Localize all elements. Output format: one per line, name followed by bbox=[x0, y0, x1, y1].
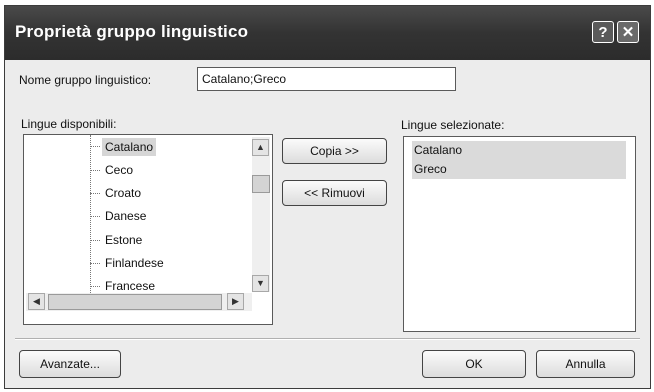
group-name-input[interactable] bbox=[197, 67, 456, 91]
tree-item-ceco[interactable]: Ceco bbox=[102, 161, 136, 179]
title-bar: Proprietà gruppo linguistico ? ✕ bbox=[5, 6, 650, 60]
tree-item-croato[interactable]: Croato bbox=[102, 184, 144, 202]
tree-branch bbox=[90, 263, 100, 264]
ok-button[interactable]: OK bbox=[422, 350, 526, 378]
available-languages-label: Lingue disponibili: bbox=[21, 117, 117, 131]
close-icon[interactable]: ✕ bbox=[617, 21, 639, 43]
tree-connector-line bbox=[90, 135, 91, 293]
tree-item-catalano[interactable]: Catalano bbox=[102, 138, 157, 156]
advanced-button[interactable]: Avanzate... bbox=[19, 350, 121, 378]
selected-languages-list[interactable]: Catalano Greco bbox=[403, 136, 636, 332]
tree-branch bbox=[90, 193, 100, 194]
scroll-up-icon[interactable]: ▲ bbox=[252, 139, 269, 156]
dialog-title: Proprietà gruppo linguistico bbox=[15, 22, 249, 41]
cancel-button[interactable]: Annulla bbox=[536, 350, 635, 378]
tree-item-estone[interactable]: Estone bbox=[102, 231, 145, 249]
selected-languages-label: Lingue selezionate: bbox=[401, 118, 505, 132]
copy-button[interactable]: Copia >> bbox=[282, 138, 387, 164]
help-icon[interactable]: ? bbox=[592, 21, 614, 43]
remove-button[interactable]: << Rimuovi bbox=[282, 180, 387, 206]
tree-branch bbox=[90, 216, 100, 217]
available-languages-tree[interactable]: Catalano Ceco Croato Danese Estone Finla… bbox=[23, 134, 273, 325]
tree-item-danese[interactable]: Danese bbox=[102, 207, 149, 225]
selected-item-greco[interactable]: Greco bbox=[412, 160, 626, 179]
divider bbox=[15, 338, 640, 340]
vertical-scroll-thumb[interactable] bbox=[252, 175, 270, 193]
tree-branch bbox=[90, 286, 100, 287]
vertical-scrollbar[interactable]: ▲ ▼ bbox=[252, 137, 270, 292]
horizontal-scrollbar[interactable]: ◀ ▶ bbox=[26, 293, 252, 311]
scroll-right-icon[interactable]: ▶ bbox=[227, 293, 244, 310]
tree-branch bbox=[90, 240, 100, 241]
name-field-label: Nome gruppo linguistico: bbox=[19, 73, 152, 87]
horizontal-scroll-thumb[interactable] bbox=[48, 294, 222, 310]
tree-item-finlandese[interactable]: Finlandese bbox=[102, 254, 167, 272]
scroll-down-icon[interactable]: ▼ bbox=[252, 275, 269, 292]
tree-branch bbox=[90, 170, 100, 171]
tree-branch bbox=[90, 146, 100, 147]
selected-item-catalano[interactable]: Catalano bbox=[412, 141, 626, 160]
language-group-dialog: Proprietà gruppo linguistico ? ✕ Nome gr… bbox=[4, 5, 651, 389]
scroll-left-icon[interactable]: ◀ bbox=[28, 293, 45, 310]
